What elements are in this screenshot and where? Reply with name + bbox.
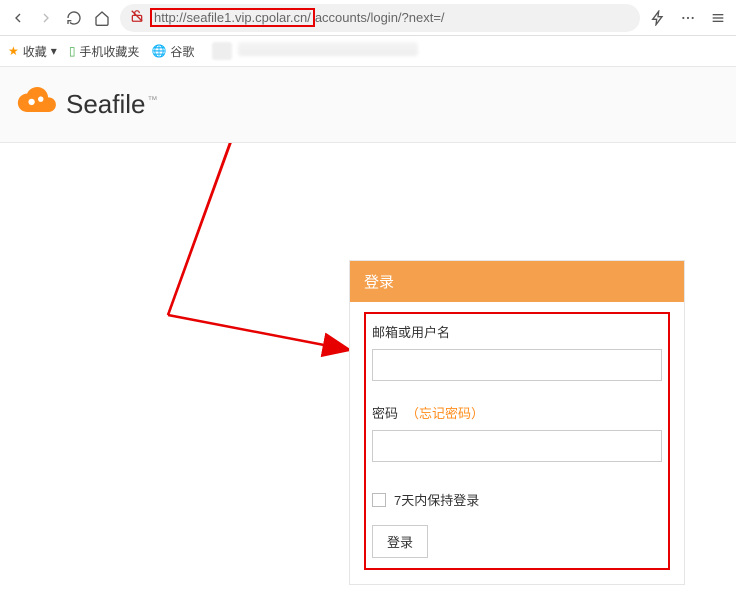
remember-row[interactable]: 7天内保持登录: [372, 490, 662, 509]
back-button[interactable]: [8, 8, 28, 28]
chevron-down-icon: ▾: [51, 44, 57, 58]
url-highlight-box: http://seafile1.vip.cpolar.cn/: [150, 8, 315, 27]
bookmark-label: 收藏: [23, 43, 47, 60]
login-panel: 登录 邮箱或用户名 密码 （忘记密码） 7天内保持登录 登录: [349, 260, 685, 585]
login-form: 邮箱或用户名 密码 （忘记密码） 7天内保持登录 登录: [350, 302, 684, 584]
mobile-icon: ▯: [69, 44, 76, 58]
bookmark-label: 谷歌: [170, 43, 194, 60]
username-input[interactable]: [372, 349, 662, 381]
bookmark-bar: ★ 收藏 ▾ ▯ 手机收藏夹 🌐 谷歌: [0, 36, 736, 66]
login-title: 登录: [350, 261, 684, 302]
username-label: 邮箱或用户名: [372, 322, 662, 341]
blurred-bookmarks: [212, 42, 418, 60]
bookmark-mobile[interactable]: ▯ 手机收藏夹: [69, 43, 140, 60]
cloud-icon: [16, 85, 60, 124]
bolt-icon[interactable]: [648, 8, 668, 28]
password-label: 密码: [372, 403, 398, 422]
more-icon[interactable]: [678, 8, 698, 28]
toolbar-right: [648, 8, 728, 28]
password-input[interactable]: [372, 430, 662, 462]
home-button[interactable]: [92, 8, 112, 28]
address-bar[interactable]: http://seafile1.vip.cpolar.cn/accounts/l…: [120, 4, 640, 32]
password-label-row: 密码 （忘记密码）: [372, 403, 662, 422]
login-button[interactable]: 登录: [372, 525, 428, 558]
bookmark-google[interactable]: 🌐 谷歌: [151, 43, 194, 60]
bookmark-label: 手机收藏夹: [79, 43, 139, 60]
forgot-password-link[interactable]: （忘记密码）: [406, 403, 484, 422]
seafile-logo: Seafile™: [16, 85, 720, 124]
remember-checkbox[interactable]: [372, 493, 386, 507]
reload-button[interactable]: [64, 8, 84, 28]
browser-toolbar: http://seafile1.vip.cpolar.cn/accounts/l…: [0, 0, 736, 36]
bookmark-favorites[interactable]: ★ 收藏 ▾: [8, 43, 57, 60]
globe-icon: 🌐: [151, 44, 166, 58]
remember-label: 7天内保持登录: [394, 490, 479, 509]
insecure-icon: [130, 9, 144, 26]
app-header: Seafile™: [0, 66, 736, 143]
star-icon: ★: [8, 44, 19, 58]
url-text: http://seafile1.vip.cpolar.cn/accounts/l…: [150, 8, 445, 27]
forward-button[interactable]: [36, 8, 56, 28]
menu-icon[interactable]: [708, 8, 728, 28]
